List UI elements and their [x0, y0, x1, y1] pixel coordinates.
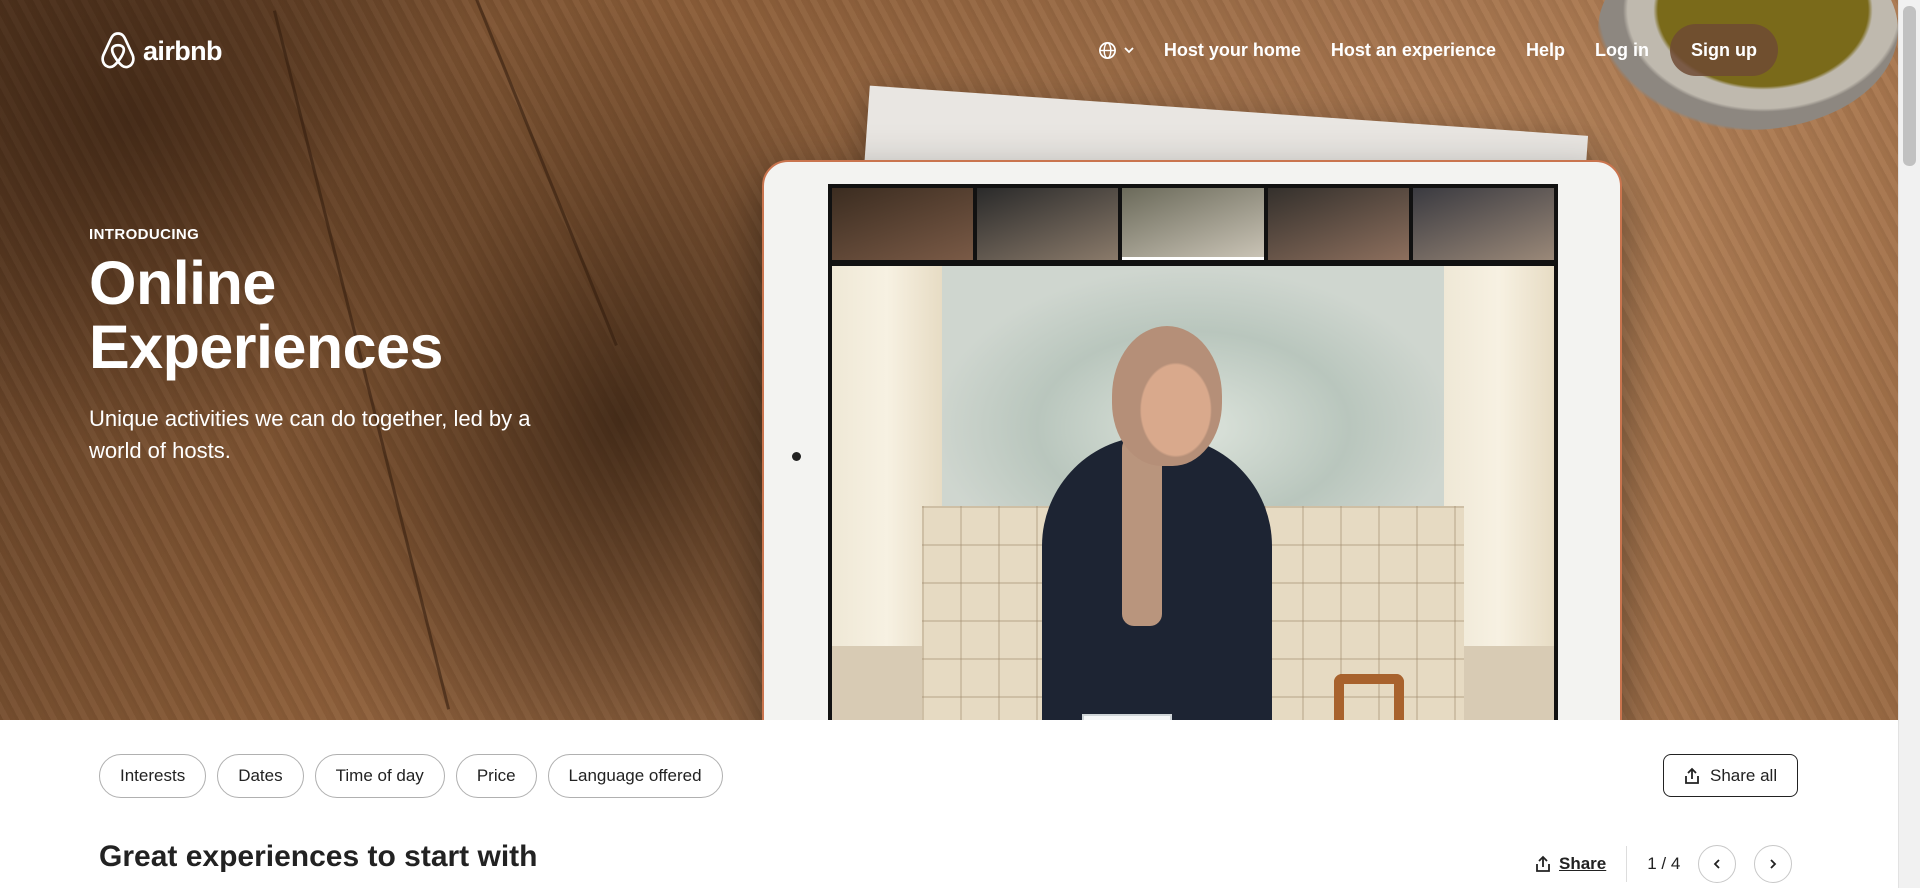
hero-eyebrow: INTRODUCING	[89, 226, 200, 243]
hero-title: Online Experiences	[89, 249, 443, 381]
share-all-button[interactable]: Share all	[1663, 754, 1799, 797]
participant-thumbnail	[1267, 188, 1409, 260]
chevron-down-icon	[1124, 47, 1134, 54]
juicer-bowl	[1082, 714, 1172, 720]
tablet-image	[762, 160, 1622, 720]
filter-dates[interactable]: Dates	[217, 754, 304, 798]
filter-price[interactable]: Price	[455, 754, 537, 798]
logo-text: airbnb	[143, 35, 223, 66]
page-scrollbar[interactable]	[1898, 0, 1920, 888]
share-label: Share	[1559, 854, 1607, 873]
share-icon	[1685, 767, 1699, 784]
top-nav: Host your home Host an experience Help L…	[1084, 24, 1778, 76]
carousel-controls: Share 1 / 4	[1535, 845, 1810, 883]
top-header: airbnb Host your home Host an experience…	[0, 0, 1898, 100]
signup-button[interactable]: Sign up	[1670, 24, 1778, 76]
language-button[interactable]	[1084, 25, 1149, 75]
globe-icon	[1098, 41, 1116, 59]
video-call-screen	[828, 184, 1558, 720]
participant-strip	[832, 188, 1555, 260]
filter-time-of-day[interactable]: Time of day	[314, 754, 445, 798]
chevron-left-icon	[1714, 859, 1720, 869]
section-title: Great experiences to start with	[99, 840, 538, 873]
airbnb-logo-icon	[101, 32, 135, 69]
share-link[interactable]: Share	[1535, 854, 1626, 874]
scrollbar-thumb[interactable]	[1903, 6, 1916, 166]
airbnb-logo[interactable]: airbnb	[99, 30, 223, 72]
participant-thumbnail	[1122, 188, 1264, 260]
tablet-camera	[792, 452, 801, 461]
hero-intro: INTRODUCING Online Experiences Unique ac…	[89, 226, 559, 467]
participant-thumbnail	[832, 188, 974, 260]
participant-thumbnail	[1412, 188, 1555, 260]
host-experience-link[interactable]: Host an experience	[1316, 25, 1511, 75]
host-video	[832, 266, 1554, 720]
filter-bar: Interests Dates Time of day Price Langua…	[99, 754, 723, 798]
filter-interests[interactable]: Interests	[99, 754, 207, 798]
host-home-link[interactable]: Host your home	[1149, 25, 1316, 75]
share-icon	[1536, 855, 1550, 872]
page-indicator: 1 / 4	[1647, 854, 1681, 873]
share-all-label: Share all	[1710, 765, 1778, 785]
hero-subtitle: Unique activities we can do together, le…	[89, 406, 531, 463]
participant-thumbnail	[977, 188, 1119, 260]
chevron-right-icon	[1770, 859, 1777, 869]
wooden-chair	[1334, 674, 1404, 720]
hero-banner: airbnb Host your home Host an experience…	[0, 0, 1898, 720]
divider	[1626, 846, 1628, 882]
host-head	[1112, 326, 1222, 466]
next-button[interactable]	[1754, 845, 1793, 883]
help-link[interactable]: Help	[1511, 25, 1580, 75]
previous-button[interactable]	[1698, 845, 1737, 883]
filter-language[interactable]: Language offered	[547, 754, 723, 798]
login-link[interactable]: Log in	[1580, 25, 1664, 75]
